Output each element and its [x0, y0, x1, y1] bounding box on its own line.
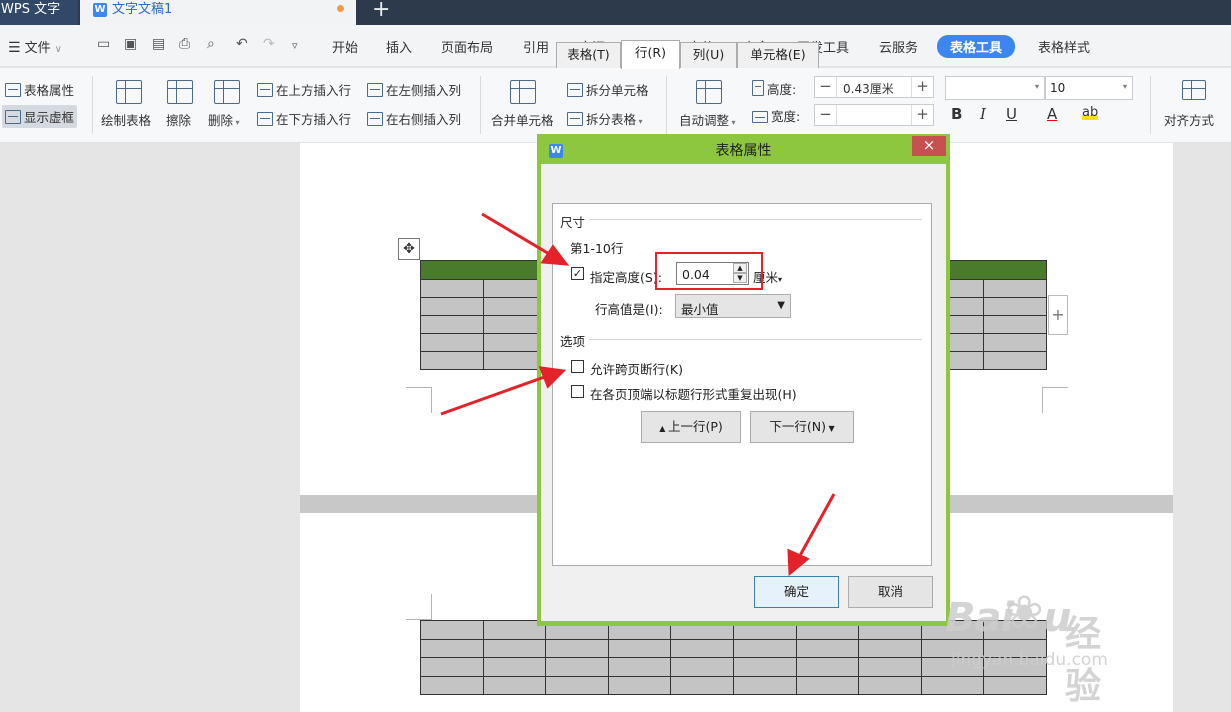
arrow-to-break-checkbox [440, 373, 551, 416]
arrow-to-ok-button [795, 493, 836, 562]
watermark-url: jingyan.baidu.com [951, 650, 1108, 670]
arrowhead [787, 548, 810, 577]
tab-row[interactable]: 行(R) [621, 40, 680, 69]
watermark-brand: Bai [945, 595, 1014, 641]
arrowhead [538, 366, 567, 389]
arrowhead [540, 244, 570, 266]
paw-logo-icon: ❀ [1005, 585, 1044, 639]
arrow-to-height-checkbox [481, 212, 557, 260]
